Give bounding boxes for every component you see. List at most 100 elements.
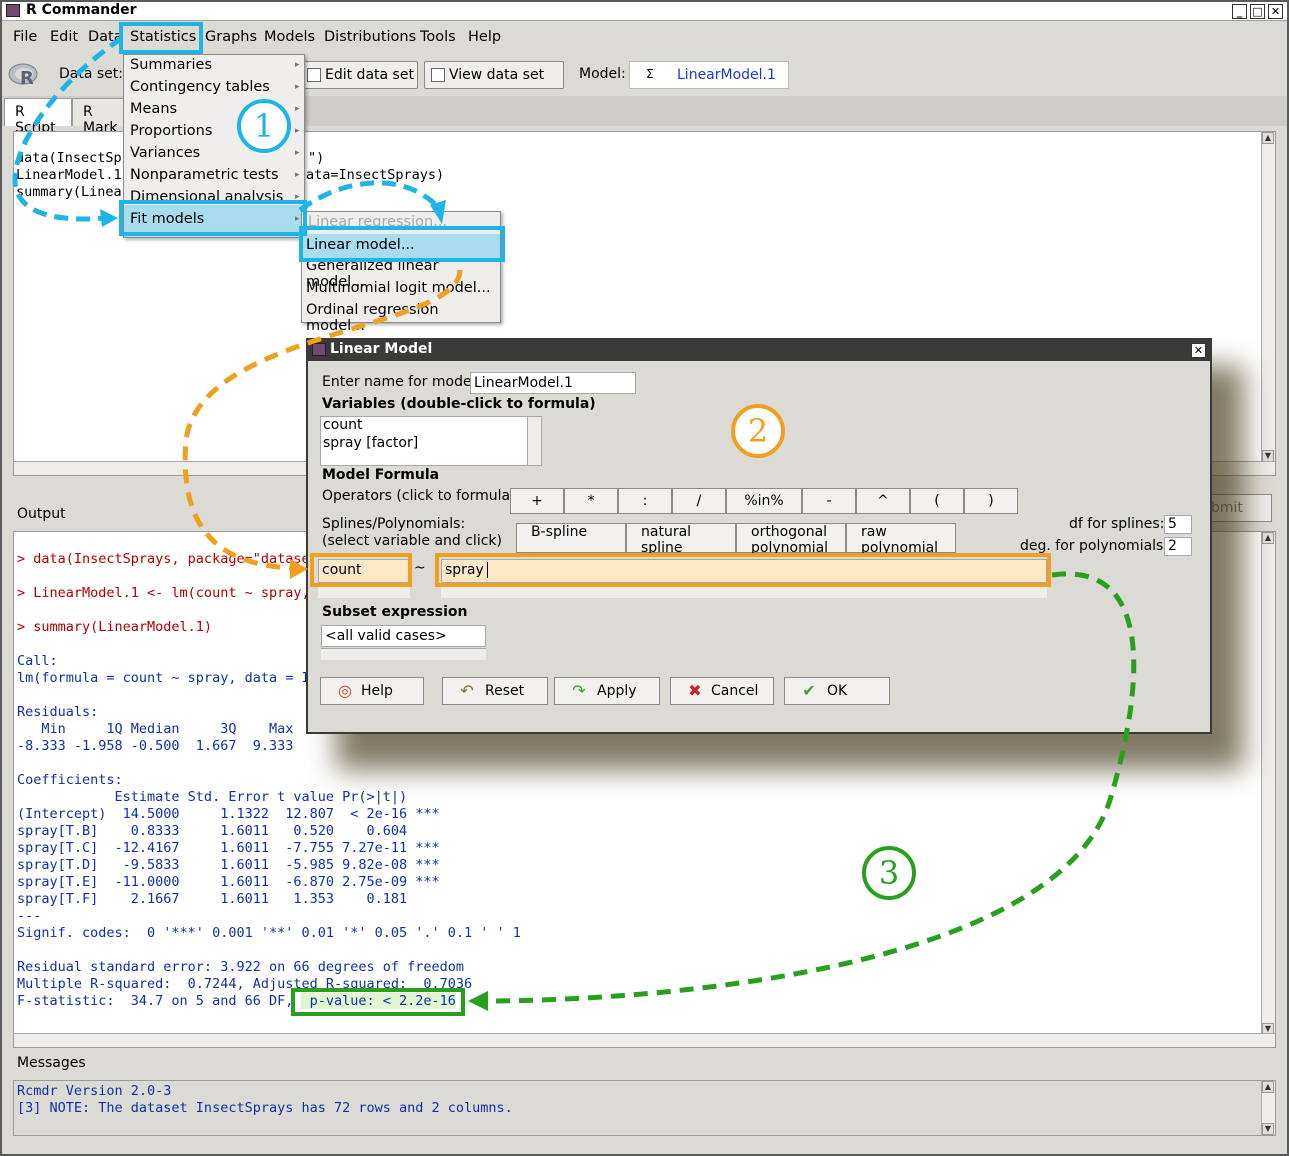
menu-linear-regression[interactable]: Linear regression... [308, 214, 447, 236]
subset-scrollbar[interactable] [321, 648, 486, 660]
raw-polynomial-button[interactable]: raw polynomial [846, 523, 956, 556]
messages-vertical-scrollbar[interactable]: ▲ ▼ [1261, 1081, 1275, 1135]
menu-help[interactable]: Help [468, 29, 501, 45]
reset-button[interactable]: ↶ Reset [442, 677, 548, 705]
variables-scrollbar[interactable] [527, 417, 541, 465]
bspline-label: B-spline [531, 524, 588, 540]
splines-sublabel: (select variable and click) [322, 533, 502, 549]
menu-file[interactable]: File [13, 29, 37, 45]
menu-contingency-tables[interactable]: Contingency tables ▸ [130, 79, 300, 101]
chevron-right-icon: ▸ [295, 82, 300, 92]
lhs-scrollbar[interactable] [318, 586, 410, 598]
menubar: File Edit Data Statistics Graphs Models … [2, 23, 1287, 53]
script-tail-1: ") [308, 150, 325, 166]
output-horizontal-scrollbar[interactable] [14, 1033, 1275, 1047]
rhs-value: spray [445, 562, 484, 578]
variable-count[interactable]: count [323, 417, 363, 433]
rhs-input[interactable]: spray [441, 559, 1047, 583]
scroll-up-arrow-icon[interactable]: ▲ [1262, 1081, 1274, 1093]
operator-in-button[interactable]: %in% [726, 488, 802, 514]
menu-linear-model[interactable]: Linear model... [302, 234, 500, 260]
output-line: Coefficients: [17, 772, 123, 788]
menu-ordinal-regression-model[interactable]: Ordinal regression model... [306, 302, 500, 334]
output-vertical-scrollbar[interactable]: ▲ ▼ [1261, 532, 1275, 1035]
view-data-set-label: View data set [449, 67, 545, 83]
variables-listbox[interactable]: count spray [factor] [320, 416, 542, 466]
menu-contingency-label: Contingency tables [130, 79, 270, 95]
menu-models[interactable]: Models [264, 29, 315, 45]
model-name-label: Enter name for model: [322, 374, 481, 390]
operator-minus-button[interactable]: - [802, 488, 856, 514]
model-label: Model: [579, 66, 626, 82]
operators-label: Operators (click to formula): [322, 488, 521, 504]
lhs-input[interactable]: count [318, 559, 410, 583]
cancel-label: Cancel [711, 683, 759, 699]
edit-data-set-button[interactable]: Edit data set [300, 61, 418, 89]
menu-data[interactable]: Data [88, 29, 123, 45]
edit-data-set-label: Edit data set [325, 67, 414, 83]
tab-r-script[interactable]: R Script [4, 98, 72, 136]
minimize-button[interactable]: _ [1232, 4, 1247, 19]
operator-slash-button[interactable]: / [672, 488, 726, 514]
reset-label: Reset [485, 683, 525, 699]
rhs-scrollbar[interactable] [441, 586, 1047, 598]
bspline-button[interactable]: B-spline [516, 523, 626, 553]
menu-generalized-linear-model[interactable]: Generalized linear model... [306, 258, 500, 290]
chevron-right-icon: ▸ [295, 192, 300, 202]
undo-icon: ↶ [460, 681, 474, 700]
scroll-up-arrow-icon[interactable]: ▲ [1262, 532, 1274, 544]
menu-fit-models[interactable]: Fit models ▸ [124, 205, 304, 237]
view-data-set-button[interactable]: View data set [424, 61, 564, 89]
menu-graphs[interactable]: Graphs [205, 29, 257, 45]
operator-lparen-button[interactable]: ( [910, 488, 964, 514]
cancel-button[interactable]: ✖ Cancel [670, 677, 774, 705]
maximize-button[interactable]: □ [1250, 4, 1265, 19]
variable-spray[interactable]: spray [factor] [323, 435, 418, 451]
apply-button[interactable]: ↷ Apply [554, 677, 660, 705]
output-line: spray[T.F] 2.1667 1.6011 1.353 0.181 [17, 891, 408, 907]
output-line: spray[T.C] -12.4167 1.6011 -7.755 7.27e-… [17, 840, 440, 856]
natural-spline-button[interactable]: natural spline [626, 523, 736, 556]
ok-button[interactable]: ✔ OK [784, 677, 890, 705]
operator-rparen-button[interactable]: ) [964, 488, 1018, 514]
operator-caret-button[interactable]: ^ [856, 488, 910, 514]
apply-label: Apply [597, 683, 637, 699]
operator-plus-button[interactable]: + [510, 488, 564, 514]
menu-nonparametric-tests[interactable]: Nonparametric tests ▸ [130, 167, 300, 189]
dialog-close-button[interactable]: ✕ [1191, 343, 1206, 358]
natural-spline-label-1: natural [641, 524, 692, 540]
scroll-up-arrow-icon[interactable]: ▲ [1262, 132, 1274, 144]
menu-linear-model-label: Linear model... [306, 237, 415, 253]
fstat-line: F-statistic: 34.7 on 5 and 66 DF, p-valu… [17, 993, 456, 1010]
menu-tools[interactable]: Tools [420, 29, 456, 45]
message-line-1: Rcmdr Version 2.0-3 [17, 1083, 172, 1099]
model-selector[interactable]: Σ LinearModel.1 [629, 61, 789, 89]
dialog-window-icon [312, 343, 326, 356]
operator-times-button[interactable]: * [564, 488, 618, 514]
help-button[interactable]: ◎ Help [320, 677, 424, 705]
script-vertical-scrollbar[interactable]: ▲ ▼ [1261, 132, 1275, 462]
output-line: Signif. codes: 0 '***' 0.001 '**' 0.01 '… [17, 925, 521, 941]
output-command-3: > summary(LinearModel.1) [17, 619, 213, 635]
menu-multinomial-logit-model[interactable]: Multinomial logit model... [306, 280, 491, 302]
close-button[interactable]: ✕ [1268, 4, 1283, 19]
output-line: Residual standard error: 3.922 on 66 deg… [17, 959, 465, 975]
lifebuoy-icon: ◎ [338, 681, 352, 700]
raw-label-2: polynomial [861, 540, 939, 556]
model-name-input[interactable]: LinearModel.1 [470, 372, 636, 394]
scroll-down-arrow-icon[interactable]: ▼ [1262, 1123, 1274, 1135]
df-splines-spinner[interactable]: 5 [1164, 515, 1192, 534]
menu-edit[interactable]: Edit [50, 29, 78, 45]
menu-summaries[interactable]: Summaries ▸ [130, 57, 300, 79]
menu-statistics[interactable]: Statistics [130, 29, 196, 45]
r-logo-icon: R [8, 62, 40, 89]
menu-variances-label: Variances [130, 145, 201, 161]
chevron-right-icon: ▸ [295, 214, 300, 224]
operator-colon-button[interactable]: : [618, 488, 672, 514]
orthogonal-polynomial-button[interactable]: orthogonal polynomial [736, 523, 846, 556]
fstat-prefix: F-statistic: 34.7 on 5 and 66 DF, [17, 993, 302, 1009]
deg-polynomials-spinner[interactable]: 2 [1164, 537, 1192, 556]
messages-pane[interactable]: Rcmdr Version 2.0-3 [3] NOTE: The datase… [13, 1080, 1276, 1136]
subset-input[interactable]: <all valid cases> [321, 625, 486, 647]
menu-distributions[interactable]: Distributions [324, 29, 416, 45]
